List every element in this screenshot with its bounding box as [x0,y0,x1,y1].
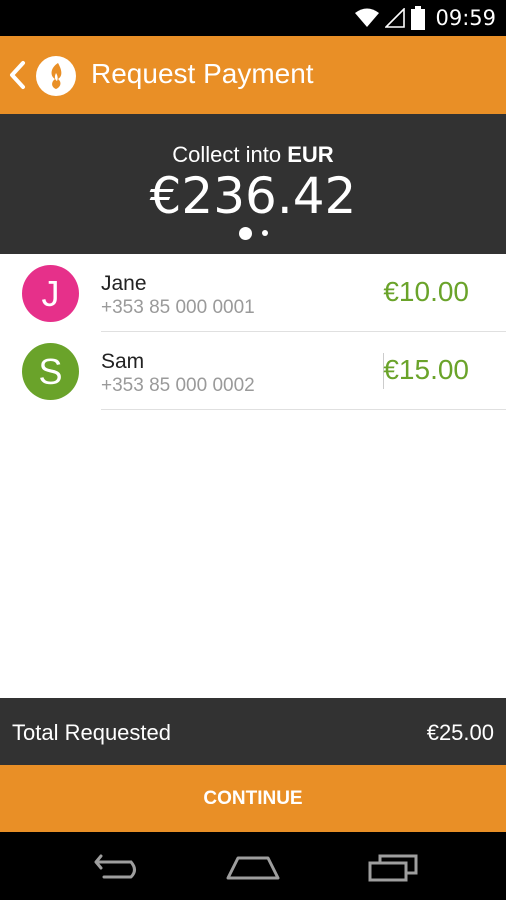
status-bar: 09:59 [0,0,506,36]
home-nav-icon[interactable] [225,850,281,884]
total-bar: Total Requested €25.00 [0,698,506,765]
currency-code: EUR [287,142,334,167]
row-divider [101,409,506,410]
continue-button[interactable]: CONTINUE [0,765,506,832]
contact-phone: +353 85 000 0002 [101,375,255,396]
status-icons: 09:59 [355,0,496,36]
status-time: 09:59 [435,6,496,30]
collect-prefix: Collect into [172,142,282,167]
avatar: J [22,265,79,322]
total-label: Total Requested [12,720,171,745]
avatar: S [22,343,79,400]
contact-name: Jane [101,272,147,295]
navigation-bar [0,832,506,900]
contact-name: Sam [101,350,145,373]
balance-amount: €236.42 [149,167,357,225]
signal-icon [385,8,406,28]
list-item[interactable]: J Jane +353 85 000 0001 €10.00 [0,254,506,332]
pager-dot-active [238,226,252,240]
app-logo-icon[interactable] [36,56,76,96]
recents-nav-icon[interactable] [366,850,422,884]
back-nav-icon[interactable] [84,850,140,884]
back-chevron-icon[interactable] [8,60,28,90]
battery-icon [411,6,426,30]
collect-currency-line[interactable]: Collect into EUR [0,142,506,168]
list-item[interactable]: S Sam +353 85 000 0002 €15.00 [0,332,506,410]
contact-phone: +353 85 000 0001 [101,297,255,318]
total-value: €25.00 [426,720,494,745]
flame-logo-icon [51,63,62,89]
request-list: J Jane +353 85 000 0001 €10.00 S Sam +35… [0,254,506,410]
wifi-icon [355,8,380,27]
balance-header: Collect into EUR €236.42 [0,114,506,254]
page-title: Request Payment [91,58,314,89]
request-amount[interactable]: €10.00 [383,276,469,308]
pager-dot [261,230,268,236]
app-bar: Request Payment [0,36,506,114]
page-indicator[interactable] [0,226,506,240]
request-amount[interactable]: €15.00 [383,354,469,386]
